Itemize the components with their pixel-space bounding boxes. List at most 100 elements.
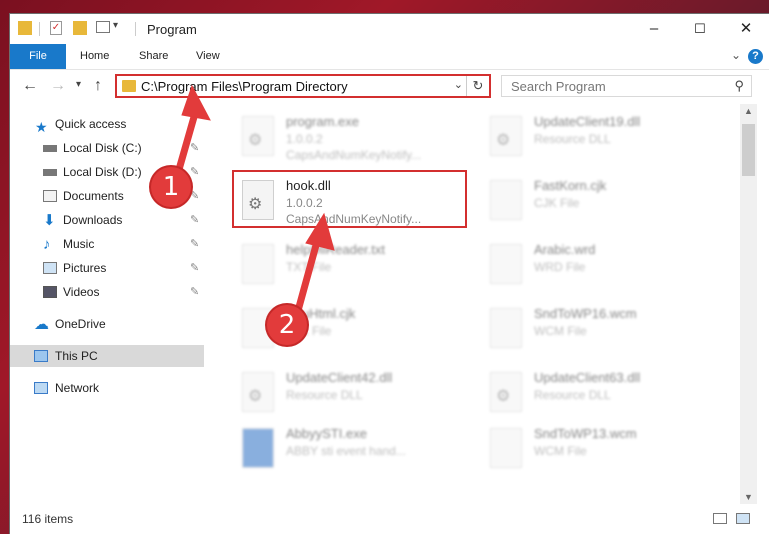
file-name: UpdateClient19.dll: [534, 114, 641, 129]
forward-arrow-icon[interactable]: →: [50, 77, 66, 95]
ribbon-tabs: File Home Share View ⌄ ?: [10, 44, 769, 70]
details-view-icon[interactable]: [713, 513, 727, 524]
file-name: FastKorn.cjk: [534, 178, 607, 193]
window-title: Program: [147, 22, 197, 37]
nav-item-label: Documents: [63, 189, 124, 203]
up-arrow-icon[interactable]: ↑: [94, 77, 102, 95]
nav-item-local-disk-c[interactable]: Local Disk (C:) ✎: [10, 137, 204, 159]
cjk-file-icon: [490, 180, 522, 220]
search-placeholder: Search Program: [511, 79, 606, 94]
file-item[interactable]: ⚙ UpdateClient19.dll Resource DLL: [484, 110, 720, 166]
nav-item-network[interactable]: Network: [10, 377, 204, 399]
pin-icon[interactable]: ✎: [190, 209, 199, 231]
file-name: UpdateClient42.dll: [286, 370, 393, 385]
file-description: CapsAndNumKeyNotify...: [286, 148, 422, 162]
close-button[interactable]: ✕: [723, 14, 769, 44]
file-version: 1.0.0.2: [286, 132, 323, 146]
file-description: ABBY sti event hand...: [286, 444, 406, 458]
status-bar: 116 items: [10, 504, 769, 534]
title-separator: [135, 22, 136, 36]
tab-view[interactable]: View: [196, 44, 220, 69]
nav-item-downloads[interactable]: ⬇ Downloads ✎: [10, 209, 204, 231]
dll-file-icon: ⚙: [490, 372, 522, 412]
pin-icon[interactable]: ✎: [190, 137, 199, 159]
exe-file-icon: [242, 428, 274, 468]
file-item[interactable]: SndToWP13.wcm WCM File: [484, 422, 720, 478]
file-item[interactable]: SndToWP16.wcm WCM File: [484, 302, 720, 358]
back-arrow-icon[interactable]: ←: [22, 77, 38, 95]
expand-ribbon-icon[interactable]: ⌄: [731, 48, 741, 62]
vertical-scrollbar[interactable]: ▲ ▼: [740, 104, 757, 504]
properties-icon[interactable]: ✓: [50, 21, 62, 35]
file-type: CJK File: [534, 196, 580, 210]
pin-icon[interactable]: ✎: [190, 257, 199, 279]
chevron-down-icon[interactable]: ▾: [113, 20, 118, 31]
nav-item-label: Music: [63, 237, 95, 251]
file-item[interactable]: ⚙ program.exe 1.0.0.2 CapsAndNumKeyNotif…: [236, 110, 472, 166]
maximize-button[interactable]: ☐: [677, 14, 723, 44]
folder-icon: [122, 80, 136, 92]
pin-icon[interactable]: ✎: [190, 185, 199, 207]
tab-file[interactable]: File: [10, 44, 66, 69]
dll-file-icon: ⚙: [490, 116, 522, 156]
documents-icon: [43, 190, 57, 202]
tab-share[interactable]: Share: [139, 44, 168, 69]
file-item[interactable]: FastKorn.cjk CJK File: [484, 174, 720, 230]
file-item[interactable]: ⚙ UpdateClient63.dll Resource DLL: [484, 366, 720, 422]
file-item[interactable]: AbbyySTI.exe ABBY sti event hand...: [236, 422, 472, 478]
recent-locations-icon[interactable]: ▾: [76, 79, 81, 90]
nav-item-pictures[interactable]: Pictures ✎: [10, 257, 204, 279]
txt-file-icon: [242, 244, 274, 284]
title-separator: [39, 22, 40, 36]
file-name: SndToWP16.wcm: [534, 306, 637, 321]
file-item[interactable]: helpDllReader.txt TXT File: [236, 238, 472, 294]
nav-item-onedrive[interactable]: ☁ OneDrive: [10, 313, 204, 335]
dll-file-icon: ⚙: [242, 372, 274, 412]
minimize-button[interactable]: –: [631, 14, 677, 44]
large-icons-view-icon[interactable]: [736, 513, 750, 524]
navigation-pane: ★ Quick access Local Disk (C:) ✎ Local D…: [10, 104, 204, 504]
address-path[interactable]: C:\Program Files\Program Directory: [141, 79, 348, 94]
title-bar: ✓ ▾ Program – ☐ ✕: [10, 14, 769, 44]
pin-icon[interactable]: ✎: [190, 233, 199, 255]
chevron-down-icon[interactable]: ⌄: [454, 78, 463, 91]
scroll-up-icon[interactable]: ▲: [744, 106, 753, 116]
nav-item-quick-access[interactable]: ★ Quick access: [10, 113, 204, 135]
nav-item-label: Pictures: [63, 261, 107, 275]
search-input[interactable]: Search Program ⚲: [501, 75, 752, 97]
file-name: UpdateClient63.dll: [534, 370, 641, 385]
nav-item-videos[interactable]: Videos ✎: [10, 281, 204, 303]
drive-icon: [43, 145, 57, 152]
file-item[interactable]: Arabic.wrd WRD File: [484, 238, 720, 294]
computer-icon: [34, 350, 48, 362]
file-item[interactable]: ⚙ UpdateClient42.dll Resource DLL: [236, 366, 472, 422]
nav-item-label: Local Disk (C:): [63, 141, 142, 155]
videos-icon: [43, 286, 57, 298]
music-icon: ♪: [43, 236, 51, 253]
new-folder-icon[interactable]: [73, 21, 87, 35]
scroll-down-icon[interactable]: ▼: [744, 492, 753, 502]
item-count: 116 items: [22, 512, 74, 526]
pin-icon[interactable]: ✎: [190, 281, 199, 303]
file-name: AbbyySTI.exe: [286, 426, 367, 441]
quick-access-customize-icon[interactable]: [96, 21, 110, 33]
file-type: Resource DLL: [534, 132, 611, 146]
help-icon[interactable]: ?: [748, 49, 763, 64]
file-type: WCM File: [534, 324, 587, 338]
address-bar[interactable]: C:\Program Files\Program Directory ⌄ ↻: [115, 74, 491, 98]
tab-home[interactable]: Home: [80, 44, 109, 69]
nav-item-this-pc[interactable]: This PC: [10, 345, 204, 367]
pin-icon[interactable]: ✎: [190, 161, 199, 183]
nav-item-label: OneDrive: [55, 317, 106, 331]
file-type: Resource DLL: [534, 388, 611, 402]
exe-file-icon: ⚙: [242, 116, 274, 156]
nav-item-music[interactable]: ♪ Music ✎: [10, 233, 204, 255]
wcm-file-icon: [490, 428, 522, 468]
file-name: Arabic.wrd: [534, 242, 596, 257]
scroll-thumb[interactable]: [742, 124, 755, 176]
star-icon: ★: [35, 119, 48, 135]
file-list: ⚙ program.exe 1.0.0.2 CapsAndNumKeyNotif…: [206, 104, 740, 504]
search-icon[interactable]: ⚲: [734, 78, 744, 94]
nav-item-label: Network: [55, 381, 100, 395]
refresh-icon[interactable]: ↻: [466, 76, 489, 96]
